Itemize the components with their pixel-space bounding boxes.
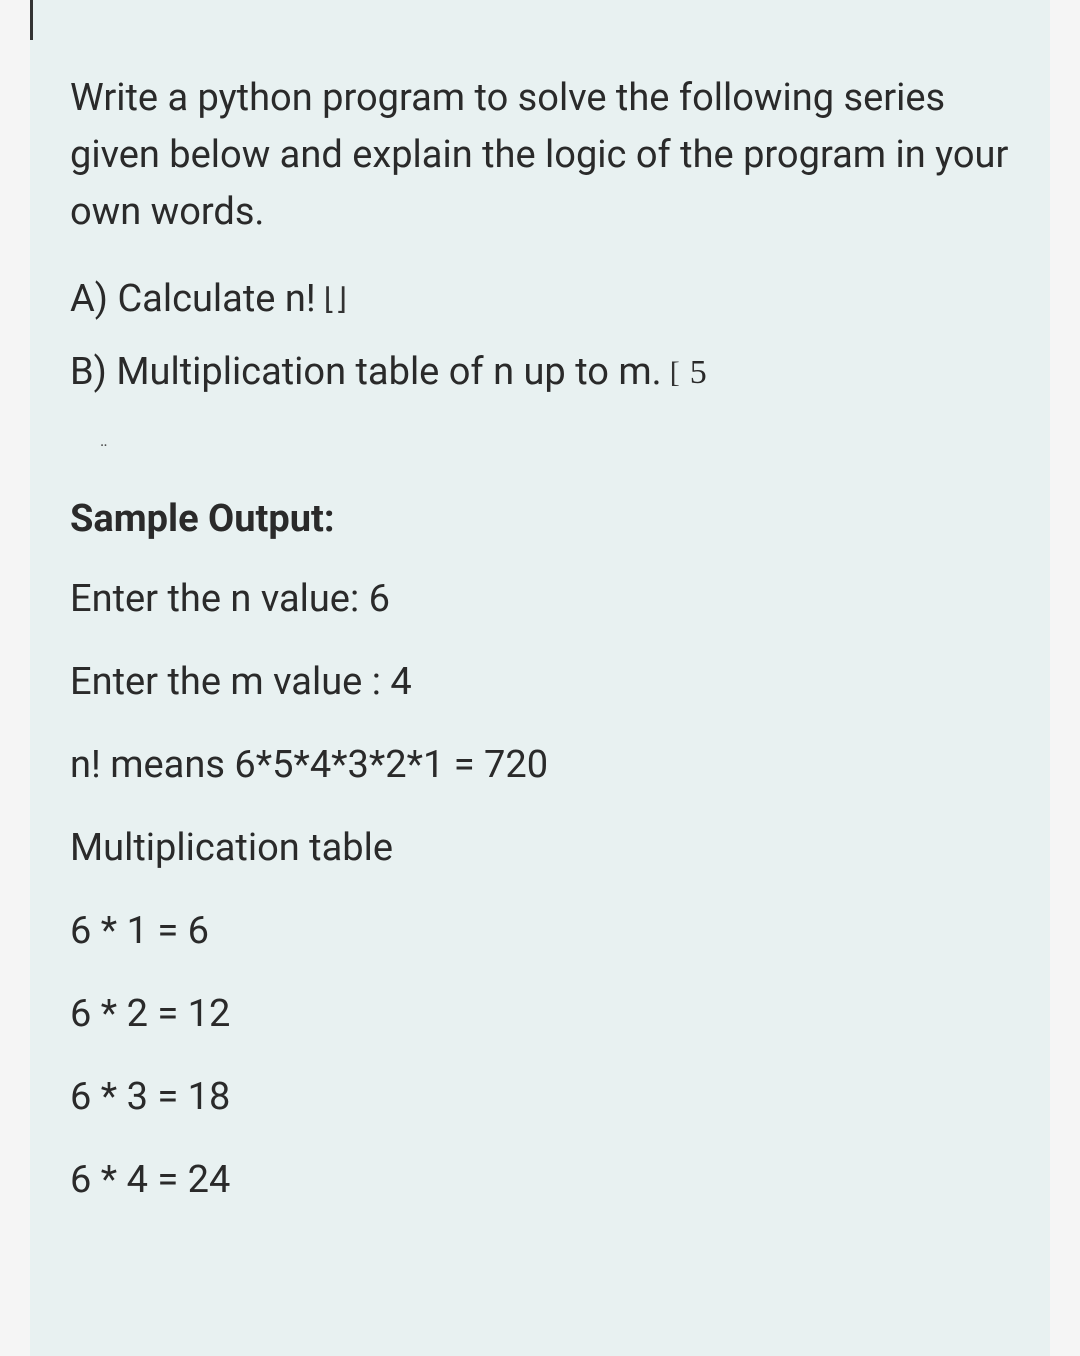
annotation-bracket-icon: ⌊⌋ (324, 277, 347, 322)
output-line-1: Enter the n value: 6 (70, 571, 1010, 628)
smudge-dots: ‥ (100, 431, 111, 450)
part-b-label: B) Multiplication table of n up to m. (70, 344, 662, 401)
part-b-line: B) Multiplication table of n up to m. [ … (70, 344, 1010, 401)
part-a-label: A) Calculate n! (70, 271, 316, 328)
annotation-number: 5 (690, 347, 707, 398)
left-border-mark (30, 0, 33, 40)
output-line-2: Enter the m value : 4 (70, 654, 1010, 711)
output-line-6: 6 * 2 = 12 (70, 986, 1010, 1043)
output-line-3: n! means 6*5*4*3*2*1 = 720 (70, 737, 1010, 794)
output-line-4: Multiplication table (70, 820, 1010, 877)
output-line-8: 6 * 4 = 24 (70, 1152, 1010, 1209)
output-line-5: 6 * 1 = 6 (70, 903, 1010, 960)
erased-area: ‥ (70, 417, 1010, 467)
content-card: Write a python program to solve the foll… (30, 0, 1050, 1356)
annotation-bracket-icon: [ (670, 350, 680, 395)
intro-text: Write a python program to solve the foll… (70, 70, 1010, 241)
part-a-line: A) Calculate n! ⌊⌋ (70, 271, 1010, 328)
output-line-7: 6 * 3 = 18 (70, 1069, 1010, 1126)
sample-output-heading: Sample Output: (70, 497, 1010, 541)
page-container: Write a python program to solve the foll… (0, 0, 1080, 1356)
